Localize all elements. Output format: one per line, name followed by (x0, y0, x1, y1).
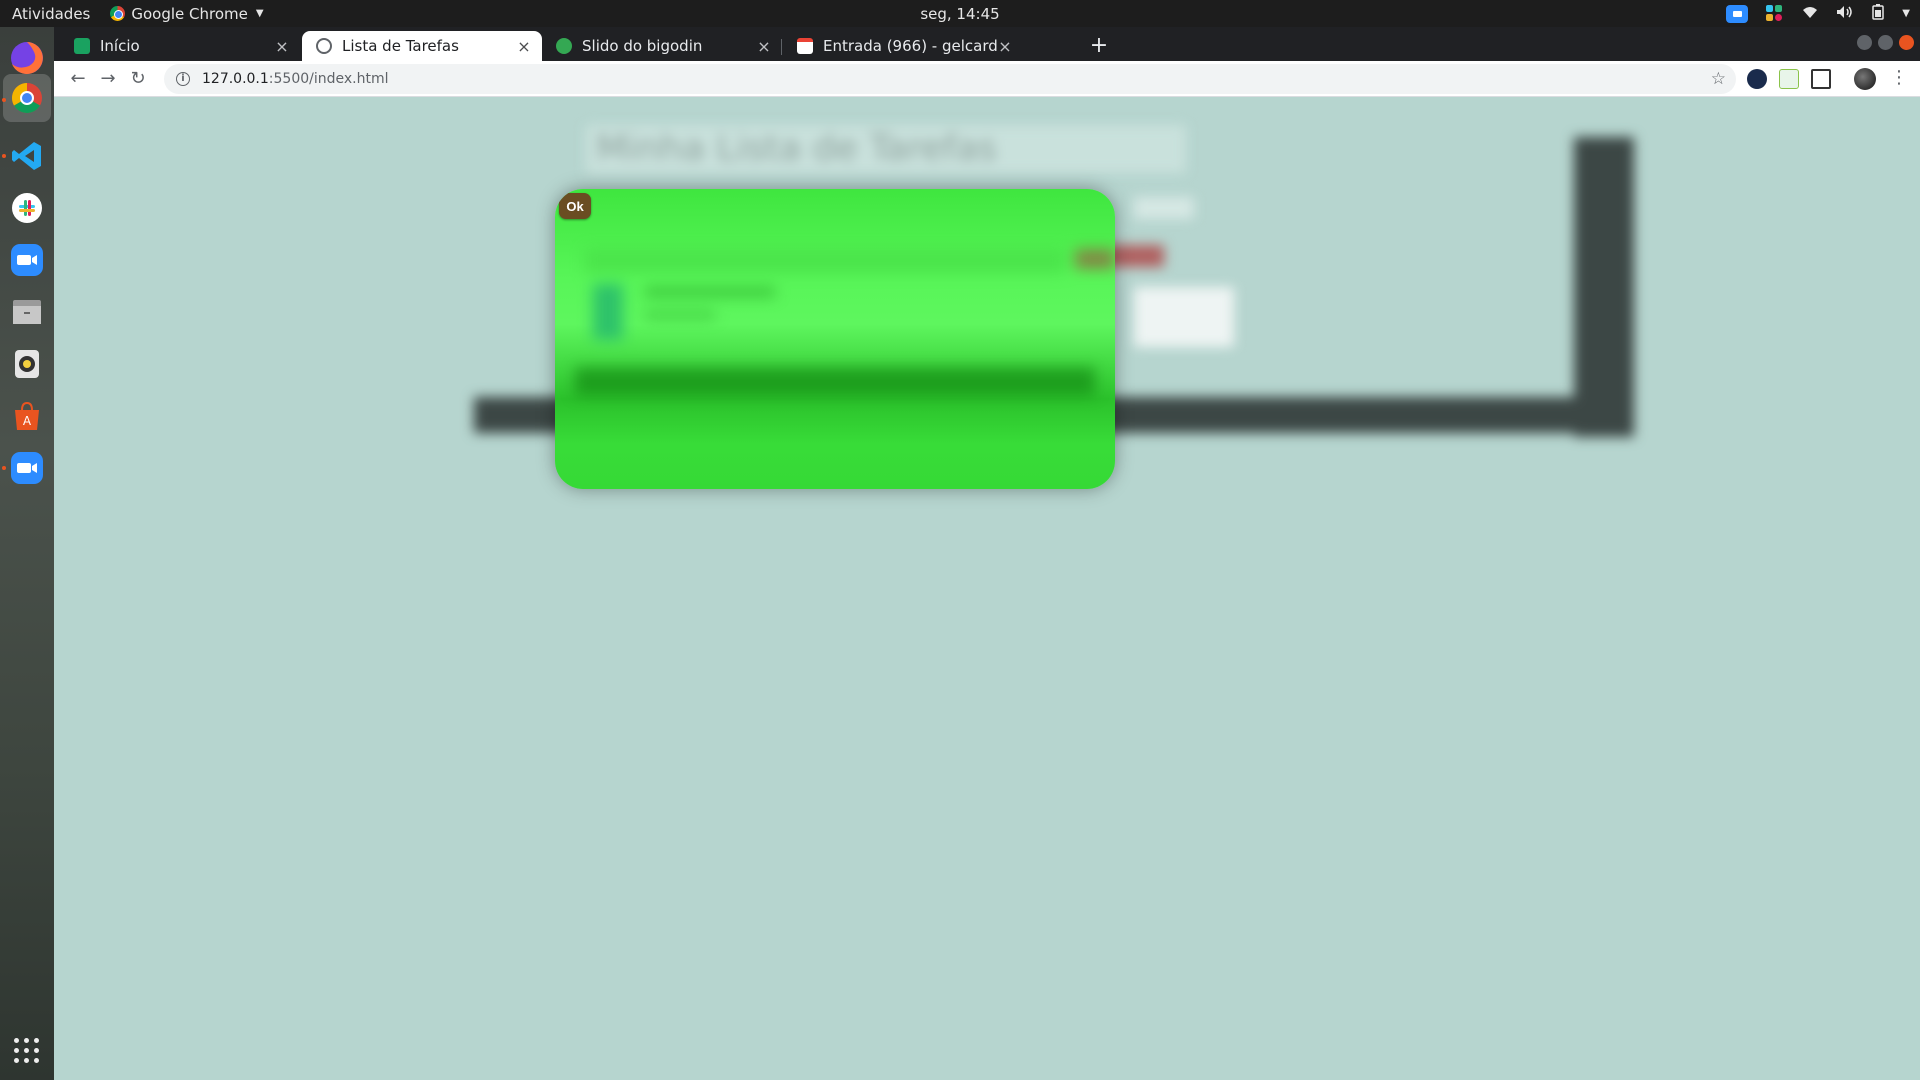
svg-text:A: A (23, 414, 32, 428)
url-host: 127.0.0.1 (202, 71, 269, 87)
blurred-input (1134, 197, 1194, 219)
tab-separator (781, 39, 782, 55)
tab-lista-de-tarefas[interactable]: Lista de Tarefas × (302, 31, 542, 61)
tab-title: Início (100, 37, 140, 55)
page-viewport: Minha Lista de Tarefas Ok (54, 97, 1920, 1080)
forward-arrow-icon[interactable]: → (93, 64, 123, 94)
address-bar[interactable]: i 127.0.0.1:5500/index.html ☆ (164, 64, 1736, 94)
url-path: :5500/index.html (268, 71, 389, 87)
gmail-icon (797, 38, 813, 54)
browser-toolbar: ← → ↻ i 127.0.0.1:5500/index.html ☆ ⋮ (54, 61, 1920, 97)
tab-slido[interactable]: Slido do bigodin × (542, 31, 782, 61)
running-indicator (2, 154, 6, 158)
close-icon[interactable]: × (997, 37, 1013, 56)
app-menu[interactable]: Google Chrome ▼ (110, 4, 264, 23)
running-indicator (2, 466, 6, 470)
close-icon[interactable]: × (756, 37, 772, 56)
slack-tray-icon[interactable] (1766, 4, 1784, 23)
tab-title: Lista de Tarefas (342, 37, 459, 55)
extension-icon[interactable] (1747, 69, 1767, 89)
more-vert-icon[interactable]: ⋮ (1890, 67, 1908, 88)
close-window-button[interactable] (1899, 35, 1914, 50)
minimize-button[interactable] (1857, 35, 1872, 50)
modal-blurred-content (555, 189, 1115, 489)
info-icon[interactable]: i (176, 72, 190, 86)
battery-icon[interactable] (1872, 3, 1885, 24)
zoom-icon-2[interactable] (7, 448, 47, 488)
zoom-tray-icon[interactable] (1726, 4, 1749, 23)
slack-icon[interactable] (7, 188, 47, 228)
volume-icon[interactable] (1836, 5, 1854, 23)
chrome-icon[interactable] (3, 74, 51, 122)
tab-gmail[interactable]: Entrada (966) - gelcardoso × (783, 31, 1023, 61)
app-menu-label: Google Chrome (131, 4, 248, 23)
window-controls (1857, 35, 1914, 50)
tab-favicon (74, 38, 90, 54)
screenshot-icon[interactable] (1811, 69, 1831, 89)
blurred-page-title: Minha Lista de Tarefas (586, 125, 1186, 173)
tab-inicio[interactable]: Início × (60, 31, 300, 61)
extension-sheet-icon[interactable] (1779, 69, 1799, 89)
close-icon[interactable]: × (274, 37, 290, 56)
globe-icon (316, 38, 332, 54)
show-applications-icon[interactable] (14, 1038, 40, 1064)
back-arrow-icon[interactable]: ← (63, 64, 93, 94)
close-icon[interactable]: × (516, 37, 532, 56)
blurred-card (1134, 287, 1234, 347)
zoom-icon[interactable] (7, 240, 47, 280)
green-modal: Ok (555, 189, 1115, 489)
activities-button[interactable]: Atividades (12, 5, 90, 23)
dock: A (0, 27, 54, 1080)
slido-icon (556, 38, 572, 54)
rhythmbox-icon[interactable] (7, 344, 47, 384)
wifi-icon[interactable] (1802, 5, 1818, 23)
software-center-icon[interactable]: A (7, 396, 47, 436)
system-tray[interactable]: ▼ (1726, 0, 1910, 27)
chevron-down-icon: ▼ (255, 8, 264, 19)
ok-button[interactable]: Ok (559, 193, 591, 219)
vscode-icon[interactable] (7, 136, 47, 176)
running-indicator (2, 98, 6, 102)
gnome-top-bar: Atividades Google Chrome ▼ seg, 14:45 ▼ (0, 0, 1920, 27)
files-icon[interactable] (7, 292, 47, 332)
blurred-shadow (1574, 137, 1634, 437)
bookmark-star-icon[interactable]: ☆ (1711, 69, 1726, 89)
chevron-down-icon[interactable]: ▼ (1902, 8, 1910, 19)
clock[interactable]: seg, 14:45 (0, 5, 1920, 23)
new-tab-button[interactable]: + (1085, 31, 1113, 59)
maximize-button[interactable] (1878, 35, 1893, 50)
reload-icon[interactable]: ↻ (123, 64, 153, 94)
tab-title: Slido do bigodin (582, 37, 703, 55)
avatar[interactable] (1854, 68, 1876, 90)
firefox-icon[interactable] (7, 38, 47, 78)
chrome-icon (110, 6, 126, 21)
tab-title: Entrada (966) - gelcardoso (823, 37, 997, 55)
tab-strip: Início × Lista de Tarefas × Slido do big… (54, 27, 1920, 61)
